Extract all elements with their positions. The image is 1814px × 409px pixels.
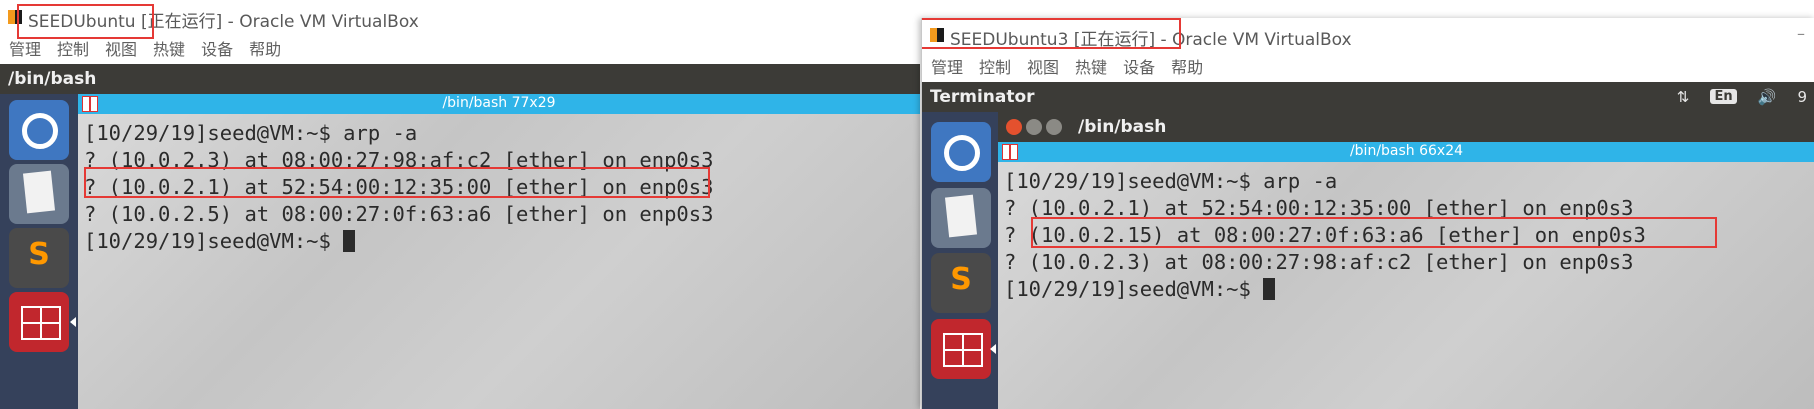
menu-control[interactable]: 控制	[979, 54, 1011, 82]
menu-help[interactable]: 帮助	[249, 36, 281, 64]
network-sort-icon[interactable]: ⇅	[1677, 88, 1690, 106]
menu-bar: 管理 控制 视图 热键 设备 帮助	[0, 36, 920, 64]
menu-manage[interactable]: 管理	[9, 36, 41, 64]
terminal-tab-title: /bin/bash 77x29	[442, 95, 556, 111]
terminal-output[interactable]: [10/29/19]seed@VM:~$ arp -a ? (10.0.2.3)…	[78, 114, 920, 409]
ubuntu-dash-icon[interactable]	[9, 100, 69, 160]
window-title: SEEDUbuntu3 [正在运行] - Oracle VM VirtualBo…	[950, 30, 1352, 50]
terminal-tab-title: /bin/bash 66x24	[1349, 143, 1464, 159]
window-title: SEEDUbuntu [正在运行] - Oracle VM VirtualBox	[28, 12, 419, 32]
terminal-tab-bar[interactable]: /bin/bash 77x29	[78, 94, 920, 114]
menu-manage[interactable]: 管理	[931, 54, 963, 82]
menu-hotkey[interactable]: 热键	[153, 36, 185, 64]
terminal-line: ? (10.0.2.15) at 08:00:27:0f:63:a6 [ethe…	[1004, 223, 1646, 247]
terminal-line: ? (10.0.2.3) at 08:00:27:98:af:c2 [ether…	[1004, 250, 1634, 274]
text-editor-icon[interactable]	[9, 164, 69, 224]
guest-top-panel: /bin/bash	[0, 64, 920, 94]
keyboard-layout-indicator[interactable]: En	[1710, 89, 1737, 104]
terminal-prompt: [10/29/19]seed@VM:~$	[1004, 277, 1264, 301]
menu-control[interactable]: 控制	[57, 36, 89, 64]
menu-help[interactable]: 帮助	[1171, 54, 1203, 82]
close-icon[interactable]	[1006, 119, 1022, 135]
guest-panel-title: /bin/bash	[8, 69, 97, 89]
terminal-output[interactable]: [10/29/19]seed@VM:~$ arp -a ? (10.0.2.1)…	[998, 162, 1814, 409]
virtualbox-icon	[930, 28, 944, 42]
guest-screen: /bin/bash S /bin/bash 77x29 [10/29/19]se…	[0, 64, 920, 409]
menu-view[interactable]: 视图	[1027, 54, 1059, 82]
minimize-icon[interactable]	[1026, 119, 1042, 135]
terminal-tab-bar[interactable]: /bin/bash 66x24	[998, 142, 1814, 162]
volume-icon[interactable]: 🔊	[1758, 88, 1777, 106]
virtualbox-icon	[8, 10, 22, 24]
sublime-text-icon[interactable]: S	[931, 253, 991, 313]
terminal-cursor	[1263, 278, 1276, 300]
minimize-icon[interactable]: –	[1797, 24, 1805, 43]
menu-hotkey[interactable]: 热键	[1075, 54, 1107, 82]
window-title-bar[interactable]: SEEDUbuntu3 [正在运行] - Oracle VM VirtualBo…	[922, 18, 1814, 54]
clock[interactable]: 9	[1797, 88, 1807, 106]
active-app-arrow-icon	[70, 317, 76, 327]
maximize-icon[interactable]	[1046, 119, 1062, 135]
terminal-window[interactable]: /bin/bash 77x29 [10/29/19]seed@VM:~$ arp…	[78, 94, 920, 409]
system-tray: ⇅ En 🔊 9	[1669, 86, 1814, 110]
terminal-prompt: [10/29/19]seed@VM:~$	[84, 229, 344, 253]
sublime-text-icon[interactable]: S	[9, 228, 69, 288]
terminal-line: ? (10.0.2.5) at 08:00:27:0f:63:a6 [ether…	[84, 202, 714, 226]
terminal-line: [10/29/19]seed@VM:~$ arp -a	[84, 121, 418, 145]
menu-devices[interactable]: 设备	[201, 36, 233, 64]
terminator-icon[interactable]	[9, 292, 69, 352]
menu-devices[interactable]: 设备	[1123, 54, 1155, 82]
window-title-bar[interactable]: SEEDUbuntu [正在运行] - Oracle VM VirtualBox	[0, 0, 920, 36]
vm-window-seedubuntu3[interactable]: SEEDUbuntu3 [正在运行] - Oracle VM VirtualBo…	[921, 18, 1814, 409]
terminal-line: ? (10.0.2.1) at 52:54:00:12:35:00 [ether…	[1004, 196, 1634, 220]
terminal-line: ? (10.0.2.1) at 52:54:00:12:35:00 [ether…	[84, 175, 714, 199]
terminal-line: [10/29/19]seed@VM:~$ arp -a	[1004, 169, 1338, 193]
terminal-cursor	[343, 230, 356, 252]
terminal-prompt-line: [10/29/19]seed@VM:~$	[84, 228, 920, 255]
terminal-window-title: /bin/bash	[1078, 117, 1167, 137]
text-editor-icon[interactable]	[931, 188, 991, 248]
menu-bar: 管理 控制 视图 热键 设备 帮助	[922, 54, 1814, 82]
ubuntu-dash-icon[interactable]	[931, 122, 991, 182]
terminal-line: ? (10.0.2.3) at 08:00:27:98:af:c2 [ether…	[84, 148, 714, 172]
guest-panel-title: Terminator	[930, 87, 1035, 107]
terminal-prompt-line: [10/29/19]seed@VM:~$	[1004, 276, 1814, 303]
terminator-icon[interactable]	[931, 319, 991, 379]
menu-view[interactable]: 视图	[105, 36, 137, 64]
unity-launcher: S	[922, 112, 998, 409]
active-app-arrow-icon	[990, 344, 996, 354]
terminal-window[interactable]: /bin/bash /bin/bash 66x24 [10/29/19]seed…	[998, 112, 1814, 409]
unity-launcher: S	[0, 94, 78, 409]
terminal-title-bar[interactable]: /bin/bash	[998, 112, 1814, 142]
guest-screen: Terminator ⇅ En 🔊 9 S /bin/bash /bin/bas…	[922, 82, 1814, 409]
vm-window-seedubuntu[interactable]: SEEDUbuntu [正在运行] - Oracle VM VirtualBox…	[0, 0, 920, 409]
guest-top-panel: Terminator ⇅ En 🔊 9	[922, 82, 1814, 112]
